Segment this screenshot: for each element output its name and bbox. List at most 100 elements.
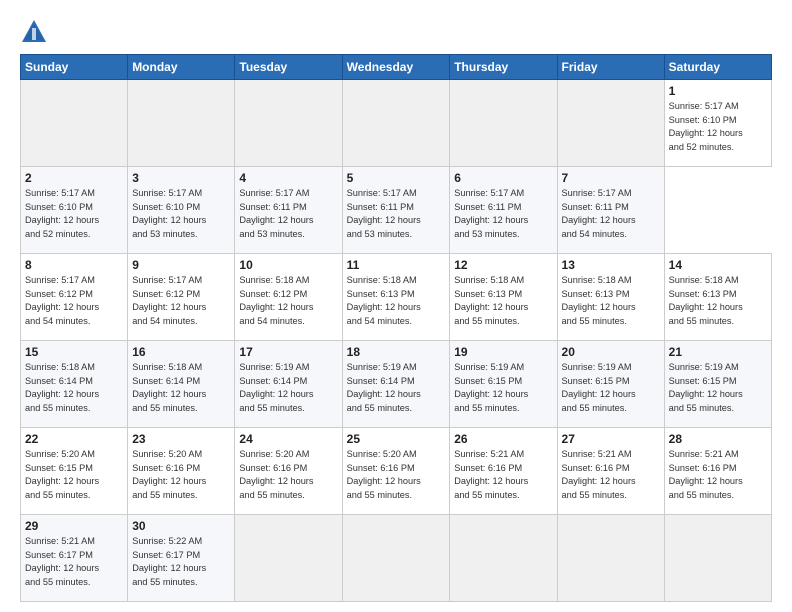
day-cell-12: 12 Sunrise: 5:18 AMSunset: 6:13 PMDayligh… xyxy=(450,254,557,341)
day-cell-8: 8 Sunrise: 5:17 AMSunset: 6:12 PMDaylight… xyxy=(21,254,128,341)
day-cell-5: 5 Sunrise: 5:17 AMSunset: 6:11 PMDaylight… xyxy=(342,167,450,254)
day-info: Sunrise: 5:18 AMSunset: 6:13 PMDaylight:… xyxy=(669,275,743,326)
empty-cell xyxy=(450,80,557,167)
day-number: 29 xyxy=(25,518,123,534)
day-number: 11 xyxy=(347,257,446,273)
day-number: 17 xyxy=(239,344,337,360)
day-cell-17: 17 Sunrise: 5:19 AMSunset: 6:14 PMDayligh… xyxy=(235,341,342,428)
header-cell-saturday: Saturday xyxy=(664,55,771,80)
empty-cell xyxy=(128,80,235,167)
day-cell-25: 25 Sunrise: 5:20 AMSunset: 6:16 PMDayligh… xyxy=(342,428,450,515)
day-info: Sunrise: 5:17 AMSunset: 6:12 PMDaylight:… xyxy=(132,275,206,326)
day-number: 23 xyxy=(132,431,230,447)
day-number: 10 xyxy=(239,257,337,273)
day-info: Sunrise: 5:19 AMSunset: 6:15 PMDaylight:… xyxy=(669,362,743,413)
calendar-week-2: 2Sunrise: 5:17 AMSunset: 6:10 PMDaylight… xyxy=(21,167,772,254)
day-number: 20 xyxy=(562,344,660,360)
header-cell-wednesday: Wednesday xyxy=(342,55,450,80)
day-cell-26: 26Sunrise: 5:21 AMSunset: 6:16 PMDayligh… xyxy=(450,428,557,515)
day-cell-28: 28Sunrise: 5:21 AMSunset: 6:16 PMDayligh… xyxy=(664,428,771,515)
day-number: 27 xyxy=(562,431,660,447)
day-cell-29: 29 Sunrise: 5:21 AMSunset: 6:17 PMDayligh… xyxy=(21,515,128,602)
day-info: Sunrise: 5:21 AMSunset: 6:16 PMDaylight:… xyxy=(454,449,528,500)
day-number: 9 xyxy=(132,257,230,273)
day-number: 28 xyxy=(669,431,767,447)
day-info: Sunrise: 5:20 AMSunset: 6:15 PMDaylight:… xyxy=(25,449,99,500)
day-info: Sunrise: 5:19 AMSunset: 6:15 PMDaylight:… xyxy=(562,362,636,413)
day-cell-11: 11 Sunrise: 5:18 AMSunset: 6:13 PMDayligh… xyxy=(342,254,450,341)
calendar-week-5: 22 Sunrise: 5:20 AMSunset: 6:15 PMDayligh… xyxy=(21,428,772,515)
day-info: Sunrise: 5:17 AMSunset: 6:11 PMDaylight:… xyxy=(347,188,421,239)
calendar-week-3: 8 Sunrise: 5:17 AMSunset: 6:12 PMDaylight… xyxy=(21,254,772,341)
empty-cell xyxy=(235,80,342,167)
empty-cell xyxy=(664,515,771,602)
day-number: 22 xyxy=(25,431,123,447)
day-info: Sunrise: 5:20 AMSunset: 6:16 PMDaylight:… xyxy=(239,449,313,500)
day-info: Sunrise: 5:20 AMSunset: 6:16 PMDaylight:… xyxy=(347,449,421,500)
day-cell-20: 20 Sunrise: 5:19 AMSunset: 6:15 PMDayligh… xyxy=(557,341,664,428)
day-info: Sunrise: 5:21 AMSunset: 6:17 PMDaylight:… xyxy=(25,536,99,587)
day-info: Sunrise: 5:18 AMSunset: 6:13 PMDaylight:… xyxy=(347,275,421,326)
header-cell-friday: Friday xyxy=(557,55,664,80)
day-number: 3 xyxy=(132,170,230,186)
header-cell-sunday: Sunday xyxy=(21,55,128,80)
day-number: 25 xyxy=(347,431,446,447)
day-cell-24: 24 Sunrise: 5:20 AMSunset: 6:16 PMDayligh… xyxy=(235,428,342,515)
day-cell-6: 6Sunrise: 5:17 AMSunset: 6:11 PMDaylight… xyxy=(450,167,557,254)
day-cell-30: 30Sunrise: 5:22 AMSunset: 6:17 PMDayligh… xyxy=(128,515,235,602)
day-number: 13 xyxy=(562,257,660,273)
day-cell-21: 21Sunrise: 5:19 AMSunset: 6:15 PMDayligh… xyxy=(664,341,771,428)
day-cell-9: 9 Sunrise: 5:17 AMSunset: 6:12 PMDaylight… xyxy=(128,254,235,341)
day-cell-3: 3 Sunrise: 5:17 AMSunset: 6:10 PMDaylight… xyxy=(128,167,235,254)
header-cell-thursday: Thursday xyxy=(450,55,557,80)
day-info: Sunrise: 5:17 AMSunset: 6:11 PMDaylight:… xyxy=(562,188,636,239)
day-cell-22: 22 Sunrise: 5:20 AMSunset: 6:15 PMDayligh… xyxy=(21,428,128,515)
day-cell-18: 18 Sunrise: 5:19 AMSunset: 6:14 PMDayligh… xyxy=(342,341,450,428)
day-cell-10: 10 Sunrise: 5:18 AMSunset: 6:12 PMDayligh… xyxy=(235,254,342,341)
day-number: 24 xyxy=(239,431,337,447)
day-number: 7 xyxy=(562,170,660,186)
calendar-week-1: 1 Sunrise: 5:17 AMSunset: 6:10 PMDaylight… xyxy=(21,80,772,167)
day-info: Sunrise: 5:17 AMSunset: 6:10 PMDaylight:… xyxy=(25,188,99,239)
day-number: 8 xyxy=(25,257,123,273)
day-number: 14 xyxy=(669,257,767,273)
day-number: 30 xyxy=(132,518,230,534)
day-number: 6 xyxy=(454,170,552,186)
day-info: Sunrise: 5:19 AMSunset: 6:14 PMDaylight:… xyxy=(347,362,421,413)
empty-cell xyxy=(450,515,557,602)
empty-cell xyxy=(557,80,664,167)
logo-icon xyxy=(20,18,48,46)
day-number: 5 xyxy=(347,170,446,186)
day-cell-27: 27Sunrise: 5:21 AMSunset: 6:16 PMDayligh… xyxy=(557,428,664,515)
day-info: Sunrise: 5:18 AMSunset: 6:13 PMDaylight:… xyxy=(562,275,636,326)
calendar-table: SundayMondayTuesdayWednesdayThursdayFrid… xyxy=(20,54,772,602)
calendar-week-6: 29 Sunrise: 5:21 AMSunset: 6:17 PMDayligh… xyxy=(21,515,772,602)
empty-cell xyxy=(21,80,128,167)
empty-cell xyxy=(342,80,450,167)
day-info: Sunrise: 5:17 AMSunset: 6:12 PMDaylight:… xyxy=(25,275,99,326)
day-cell-15: 15Sunrise: 5:18 AMSunset: 6:14 PMDayligh… xyxy=(21,341,128,428)
empty-cell xyxy=(557,515,664,602)
day-info: Sunrise: 5:18 AMSunset: 6:13 PMDaylight:… xyxy=(454,275,528,326)
calendar-header: SundayMondayTuesdayWednesdayThursdayFrid… xyxy=(21,55,772,80)
day-info: Sunrise: 5:19 AMSunset: 6:14 PMDaylight:… xyxy=(239,362,313,413)
header-row: SundayMondayTuesdayWednesdayThursdayFrid… xyxy=(21,55,772,80)
day-info: Sunrise: 5:18 AMSunset: 6:12 PMDaylight:… xyxy=(239,275,313,326)
day-info: Sunrise: 5:19 AMSunset: 6:15 PMDaylight:… xyxy=(454,362,528,413)
day-cell-7: 7 Sunrise: 5:17 AMSunset: 6:11 PMDaylight… xyxy=(557,167,664,254)
day-cell-1: 1 Sunrise: 5:17 AMSunset: 6:10 PMDaylight… xyxy=(664,80,771,167)
page: SundayMondayTuesdayWednesdayThursdayFrid… xyxy=(0,0,792,612)
calendar-body: 1 Sunrise: 5:17 AMSunset: 6:10 PMDaylight… xyxy=(21,80,772,602)
day-cell-13: 13 Sunrise: 5:18 AMSunset: 6:13 PMDayligh… xyxy=(557,254,664,341)
logo xyxy=(20,18,52,46)
day-cell-23: 23Sunrise: 5:20 AMSunset: 6:16 PMDayligh… xyxy=(128,428,235,515)
day-info: Sunrise: 5:17 AMSunset: 6:10 PMDaylight:… xyxy=(669,101,743,152)
header xyxy=(20,18,772,46)
day-number: 1 xyxy=(669,83,767,99)
empty-cell xyxy=(342,515,450,602)
day-info: Sunrise: 5:17 AMSunset: 6:10 PMDaylight:… xyxy=(132,188,206,239)
day-number: 12 xyxy=(454,257,552,273)
calendar-week-4: 15Sunrise: 5:18 AMSunset: 6:14 PMDayligh… xyxy=(21,341,772,428)
day-number: 18 xyxy=(347,344,446,360)
header-cell-tuesday: Tuesday xyxy=(235,55,342,80)
